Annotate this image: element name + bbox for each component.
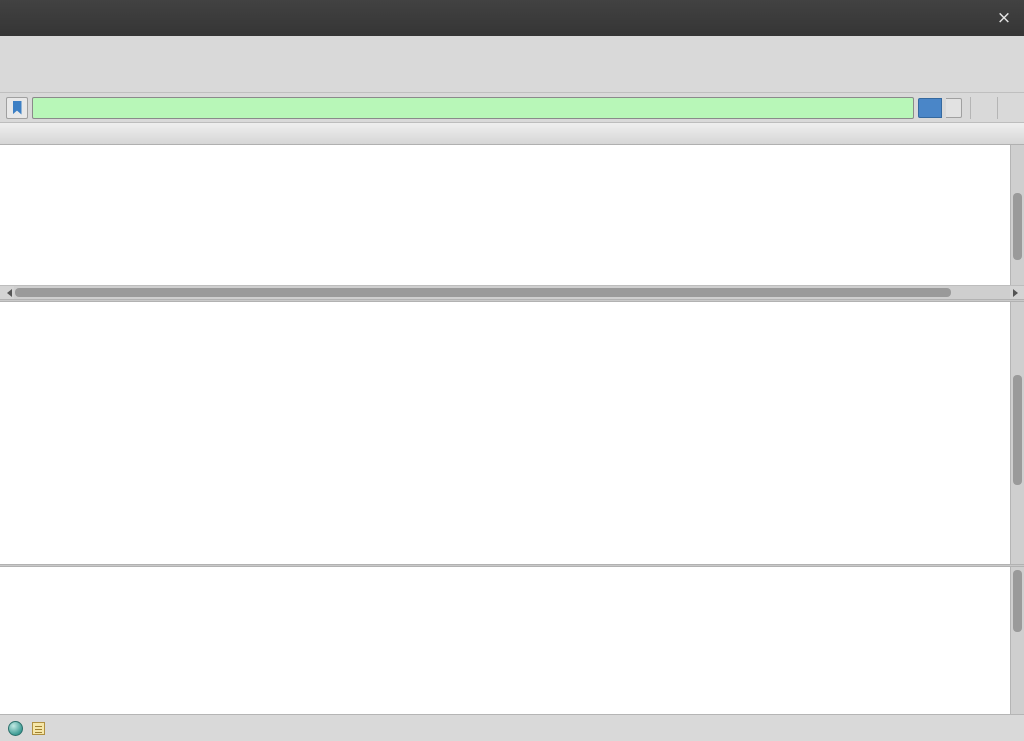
- display-filter-input[interactable]: [32, 97, 914, 119]
- scrollbar-thumb[interactable]: [1013, 375, 1022, 485]
- packet-bytes-pane: [0, 567, 1024, 714]
- apply-filter-button[interactable]: [918, 98, 942, 118]
- filter-bar: [0, 93, 1024, 123]
- bookmark-icon: [13, 101, 22, 115]
- titlebar[interactable]: [0, 0, 1024, 36]
- packet-list-scrollbar[interactable]: [1010, 145, 1024, 285]
- expert-info-icon[interactable]: [8, 721, 23, 736]
- add-filter-button[interactable]: [997, 97, 1018, 119]
- packet-details-pane: [0, 302, 1024, 564]
- packet-list-header: [0, 123, 1024, 145]
- filter-dropdown-icon[interactable]: [946, 98, 962, 118]
- scroll-right-icon[interactable]: [1010, 286, 1024, 299]
- details-scrollbar[interactable]: [1010, 302, 1024, 564]
- scrollbar-thumb[interactable]: [1013, 193, 1022, 260]
- status-bar: [0, 714, 1024, 741]
- expression-button[interactable]: [970, 97, 993, 119]
- hscroll-track[interactable]: [14, 286, 1010, 299]
- scroll-left-icon[interactable]: [0, 286, 14, 299]
- main-toolbar: [0, 60, 1024, 93]
- bytes-scrollbar[interactable]: [1010, 567, 1024, 714]
- packet-list-hscrollbar[interactable]: [0, 285, 1024, 299]
- wireshark-window: [0, 0, 1024, 741]
- capture-comment-icon[interactable]: [32, 722, 45, 735]
- menu-bar: [0, 36, 1024, 60]
- scrollbar-thumb[interactable]: [1013, 570, 1022, 632]
- packet-list-rows: [0, 145, 1024, 285]
- filter-bookmark-button[interactable]: [6, 97, 28, 119]
- close-icon[interactable]: [994, 8, 1014, 28]
- packet-list: [0, 123, 1024, 299]
- hscroll-thumb[interactable]: [15, 288, 951, 297]
